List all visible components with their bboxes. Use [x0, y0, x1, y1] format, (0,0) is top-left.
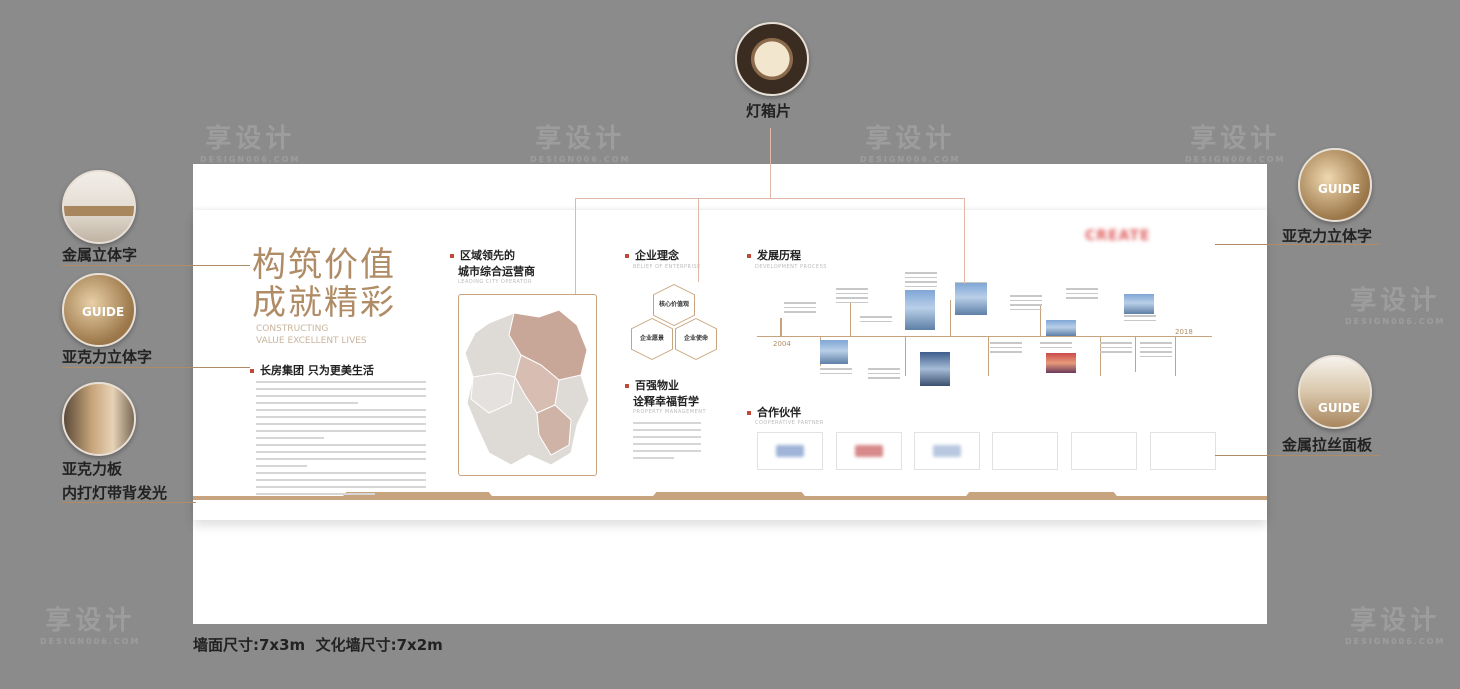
- watermark: 享设计 DESIGN006.COM: [530, 124, 631, 164]
- connector-line: [770, 128, 771, 198]
- brand-logo: CREATE: [1085, 228, 1151, 244]
- timeline-tick: [905, 336, 906, 376]
- region-title2: 城市综合运营商: [458, 265, 535, 278]
- headline-en1: CONSTRUCTING: [256, 324, 329, 334]
- property-title1: 百强物业: [625, 377, 679, 393]
- callout-brushed-metal: 金属拉丝面板: [1282, 436, 1373, 454]
- headline-en2: VALUE EXCELLENT LIVES: [256, 336, 367, 346]
- history-title: 发展历程: [747, 247, 801, 263]
- timeline-photo: [955, 283, 987, 315]
- timeline-note: [1066, 288, 1098, 302]
- timeline-photo: [1046, 353, 1076, 373]
- callout-acrylic-panel-line2: 内打灯带背发光: [62, 484, 168, 502]
- timeline-note: [1124, 315, 1156, 324]
- timeline-note: [1140, 342, 1172, 360]
- partner-logo-box: [1150, 432, 1216, 470]
- timeline-note: [868, 368, 900, 382]
- metal-letters-thumbnail: [62, 170, 136, 244]
- timeline-note: [1040, 342, 1072, 351]
- philosophy-subtitle: BELIEF OF ENTERPRISE: [633, 264, 701, 270]
- headline-line2: 成就精彩: [252, 283, 396, 323]
- connector-line: [964, 198, 965, 284]
- region-subtitle: LEADING CITY OPERATOR: [458, 279, 532, 285]
- partner-logo-box: [1071, 432, 1137, 470]
- history-subtitle: DEVELOPMENT PROCESS: [755, 264, 827, 270]
- connector-line: [575, 198, 576, 294]
- watermark: 享设计 DESIGN006.COM: [1345, 606, 1446, 646]
- callout-acrylic-letters-right: 亚克力立体字: [1282, 227, 1373, 245]
- acrylic-letters-thumbnail: GUIDE: [62, 273, 136, 347]
- partner-logo-box: [836, 432, 902, 470]
- timeline-photo: [1046, 320, 1076, 336]
- partner-logo-box: [914, 432, 980, 470]
- timeline-note: [990, 342, 1022, 356]
- leader-line: [1215, 455, 1380, 456]
- property-subtitle: PROPERTY MANAGEMENT: [633, 409, 707, 415]
- timeline-photo: [1124, 294, 1154, 314]
- timeline-tick: [850, 302, 851, 336]
- acrylic-panel-thumbnail: [62, 382, 136, 456]
- brushed-metal-thumbnail: GUIDE: [1298, 355, 1372, 429]
- region-title1: 区域领先的: [450, 247, 515, 263]
- watermark: 享设计 DESIGN006.COM: [1345, 286, 1446, 326]
- group-title: 长房集团 只为更美生活: [250, 362, 374, 378]
- watermark: 享设计 DESIGN006.COM: [40, 606, 141, 646]
- watermark: 享设计 DESIGN006.COM: [860, 124, 961, 164]
- timeline-tick: [780, 318, 782, 336]
- connector-line: [575, 198, 965, 199]
- dimensions-note: 墙面尺寸:7x3m 文化墙尺寸:7x2m: [193, 636, 443, 654]
- timeline-start-year: 2004: [773, 340, 791, 348]
- timeline-tick: [988, 336, 989, 376]
- timeline-tick: [950, 300, 951, 336]
- connector-line: [698, 198, 699, 282]
- timeline-photo: [920, 352, 950, 386]
- timeline-note: [860, 316, 892, 325]
- timeline-note: [1100, 342, 1132, 356]
- partners-title: 合作伙伴: [747, 404, 801, 420]
- timeline-note: [820, 368, 852, 377]
- timeline-photo: [820, 340, 848, 364]
- callout-lightbox: 灯箱片: [746, 102, 792, 120]
- callout-acrylic-letters: 亚克力立体字: [62, 348, 153, 366]
- band-tab: [650, 492, 808, 500]
- region-map-box: [458, 294, 597, 476]
- timeline-note: [1010, 295, 1042, 313]
- band-tab: [963, 492, 1120, 500]
- timeline-photo: [905, 290, 935, 330]
- timeline-note: [836, 288, 868, 306]
- property-body-text: [633, 422, 701, 464]
- property-title2: 诠释幸福哲学: [633, 395, 699, 408]
- timeline-axis: [757, 336, 1212, 337]
- timeline-tick: [1135, 336, 1136, 372]
- callout-acrylic-panel-line1: 亚克力板: [62, 460, 123, 478]
- partner-logo-box: [757, 432, 823, 470]
- acrylic-letters-right-thumbnail: GUIDE: [1298, 148, 1372, 222]
- callout-metal-letters: 金属立体字: [62, 246, 138, 264]
- timeline-note: [784, 302, 816, 316]
- headline-line1: 构筑价值: [252, 245, 396, 285]
- region-map: [464, 309, 590, 466]
- timeline-tick: [1175, 336, 1176, 376]
- leader-line: [62, 367, 250, 368]
- leader-line: [62, 502, 196, 503]
- partner-logo-box: [992, 432, 1058, 470]
- partners-subtitle: COOPERATIVE PARTNER: [755, 420, 824, 426]
- leader-line: [62, 265, 250, 266]
- group-body-text: [256, 381, 426, 500]
- philosophy-title: 企业理念: [625, 247, 679, 263]
- timeline-end-year: 2018: [1175, 328, 1193, 336]
- leader-line: [1215, 244, 1380, 245]
- watermark: 享设计 DESIGN006.COM: [1185, 124, 1286, 164]
- lightbox-thumbnail: [735, 22, 809, 96]
- timeline-note: [905, 272, 937, 290]
- watermark: 享设计 DESIGN006.COM: [200, 124, 301, 164]
